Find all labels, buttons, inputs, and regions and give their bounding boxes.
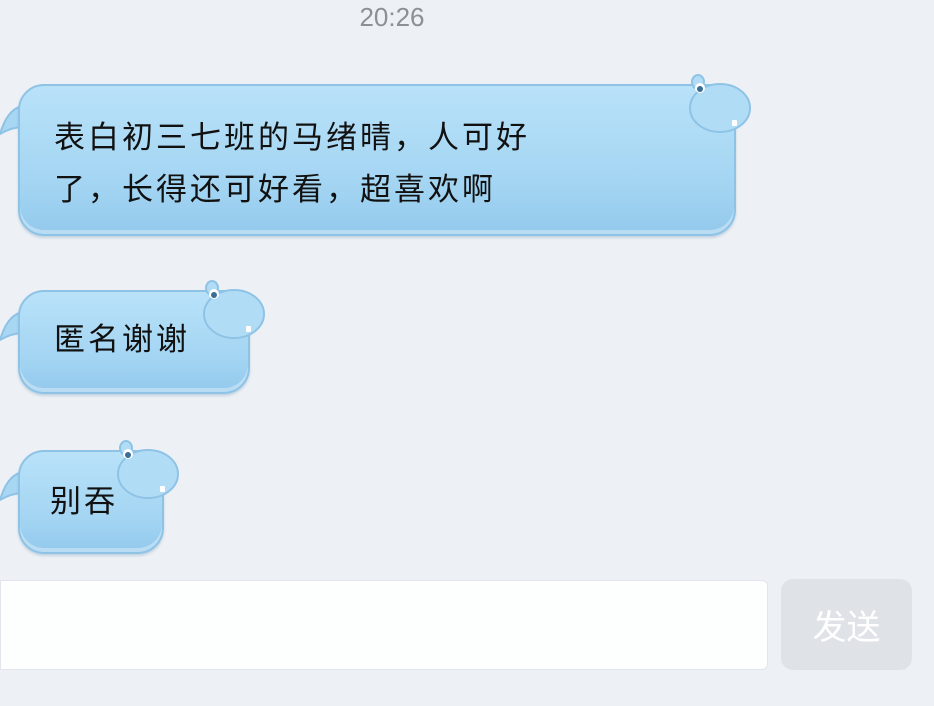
- hippo-bubble-icon: [203, 280, 265, 339]
- message-text: 表白初三七班的马绪晴，人可好 了，长得还可好看，超喜欢啊: [54, 120, 530, 208]
- hippo-bubble-icon: [689, 74, 751, 133]
- message-input[interactable]: [0, 580, 768, 670]
- chat-timestamp: 20:26: [359, 2, 425, 32]
- message-bubble[interactable]: 表白初三七班的马绪晴，人可好 了，长得还可好看，超喜欢啊: [0, 74, 752, 236]
- hippo-bubble-icon: [117, 440, 179, 499]
- message-bubble[interactable]: 别吞: [0, 440, 180, 554]
- send-button[interactable]: 发送: [781, 579, 912, 670]
- message-text: 匿名谢谢: [54, 322, 190, 358]
- message-text: 别吞: [50, 484, 118, 520]
- message-bubble[interactable]: 匿名谢谢: [0, 280, 266, 394]
